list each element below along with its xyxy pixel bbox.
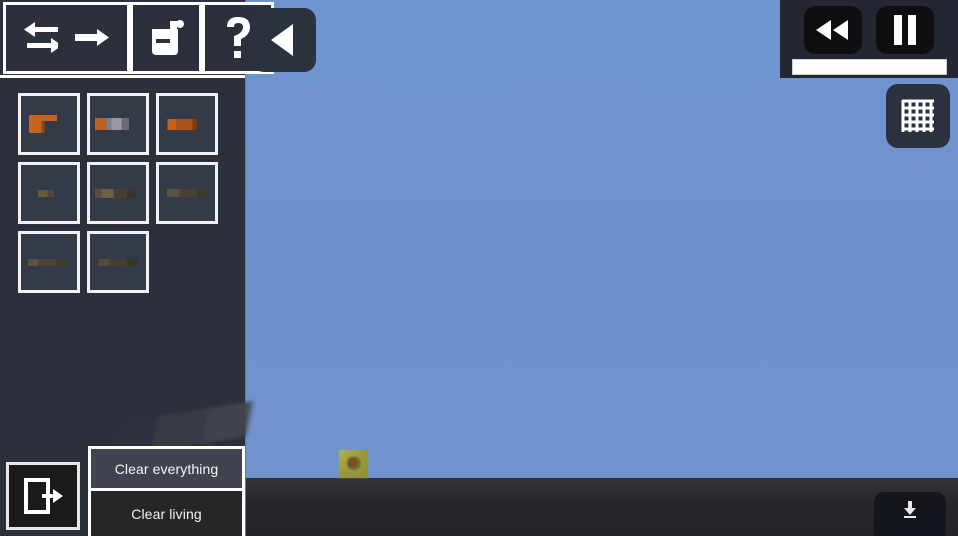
inventory-slot[interactable] xyxy=(87,162,149,224)
weapon-sprite xyxy=(26,258,72,266)
weapon-sprite xyxy=(95,258,141,266)
inventory-grid xyxy=(18,93,238,293)
weapon-sprite xyxy=(32,189,66,197)
inventory-slot[interactable] xyxy=(156,93,218,155)
clear-everything-button[interactable]: Clear everything xyxy=(91,449,242,491)
app-root: Clear everything Clear living xyxy=(0,0,958,536)
clear-buttons-group: Clear everything Clear living xyxy=(88,446,245,536)
sidebar-toolbar xyxy=(0,0,274,78)
download-button[interactable] xyxy=(874,492,946,536)
spawned-entity[interactable] xyxy=(339,450,368,478)
inventory-slot[interactable] xyxy=(18,162,80,224)
rewind-button[interactable] xyxy=(804,6,862,54)
inventory-slot[interactable] xyxy=(156,162,218,224)
inventory-slot[interactable] xyxy=(87,231,149,293)
collapse-panel-button[interactable] xyxy=(252,8,316,72)
left-sidebar: Clear everything Clear living xyxy=(0,0,274,536)
playback-button-row xyxy=(804,4,934,56)
weapon-sprite xyxy=(95,188,141,198)
playback-controls xyxy=(780,0,958,78)
move-button[interactable] xyxy=(58,1,130,74)
exit-button[interactable] xyxy=(6,462,80,530)
weapon-sprite xyxy=(164,189,210,197)
clear-living-button[interactable]: Clear living xyxy=(91,491,242,536)
inventory-slot[interactable] xyxy=(18,231,80,293)
speed-slider[interactable] xyxy=(791,59,947,75)
inventory-slot[interactable] xyxy=(87,93,149,155)
inventory-slot[interactable] xyxy=(18,93,80,155)
pause-button[interactable] xyxy=(876,6,934,54)
grid-toggle-button[interactable] xyxy=(886,84,950,148)
weapon-sprite xyxy=(95,118,141,130)
weapon-sprite xyxy=(26,115,72,133)
weapon-sprite xyxy=(164,118,210,130)
paint-button[interactable] xyxy=(130,1,202,74)
